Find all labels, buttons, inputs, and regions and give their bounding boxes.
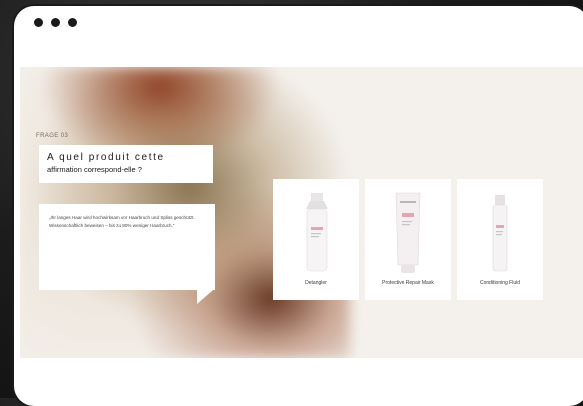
product-card-detangler[interactable]: Detangler: [273, 179, 359, 300]
product-card-repair-mask[interactable]: Protective Repair Mask: [365, 179, 451, 300]
question-box: A quel produit cette affirmation corresp…: [39, 145, 213, 183]
maximize-dot-icon[interactable]: [68, 18, 77, 27]
product-name: Protective Repair Mask: [382, 280, 434, 286]
product-name: Conditioning Fluid: [479, 280, 521, 286]
speech-bubble-tail: [197, 290, 213, 304]
question-text-line2: affirmation correspond-elle ?: [47, 165, 142, 174]
tube-icon: [365, 187, 451, 275]
close-dot-icon[interactable]: [34, 18, 43, 27]
browser-window: FRAGE 03 A quel produit cette affirmatio…: [14, 6, 583, 406]
question-text-line1: A quel produit cette: [47, 152, 165, 163]
bottle-icon: [457, 187, 543, 275]
minimize-dot-icon[interactable]: [51, 18, 60, 27]
spray-bottle-icon: [273, 187, 359, 275]
question-number: FRAGE 03: [36, 133, 69, 139]
quiz-hero: FRAGE 03 A quel produit cette affirmatio…: [20, 67, 583, 358]
window-controls: [34, 18, 77, 27]
quote-bubble: „Ihr langes Haar wird hochwirksam vor Ha…: [39, 204, 215, 290]
product-name: Detangler: [305, 280, 327, 286]
quote-text: „Ihr langes Haar wird hochwirksam vor Ha…: [49, 215, 195, 228]
product-card-conditioning-fluid[interactable]: Conditioning Fluid: [457, 179, 543, 300]
